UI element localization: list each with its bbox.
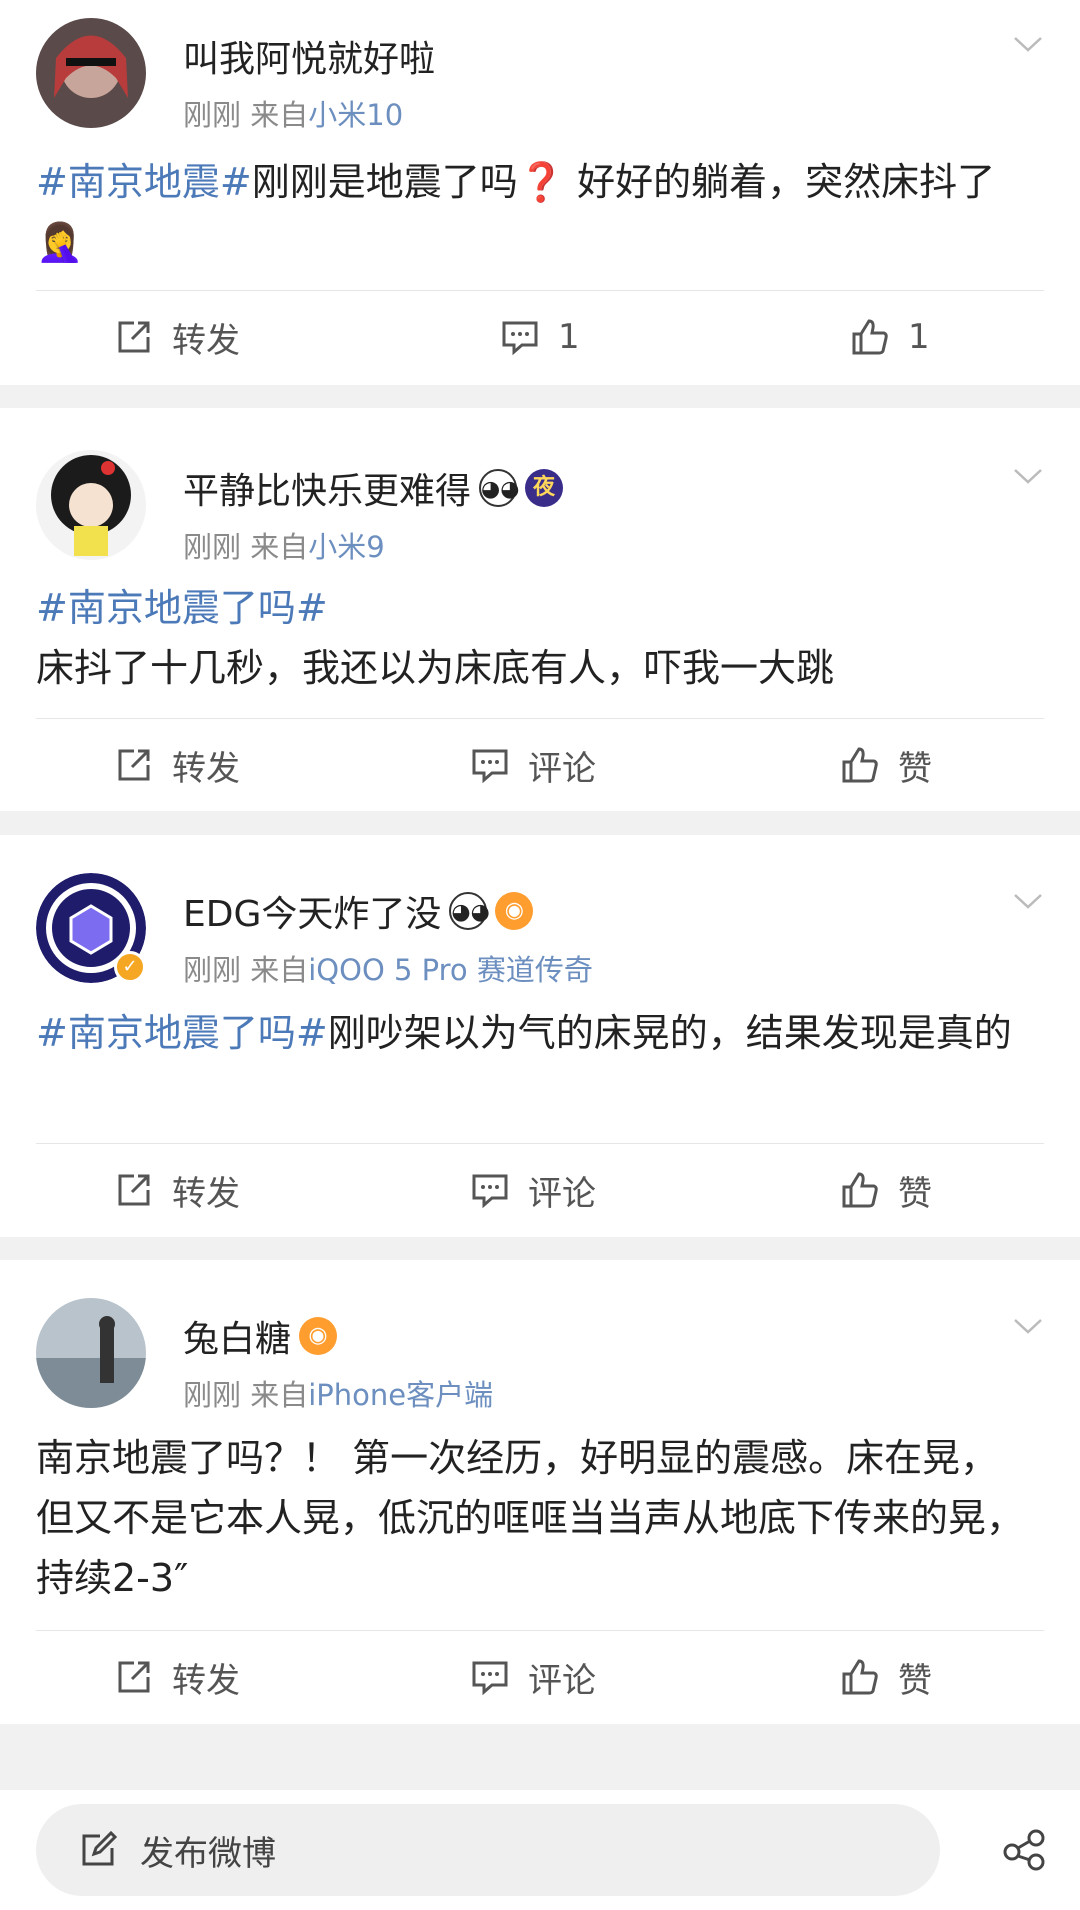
username[interactable]: 叫我阿悦就好啦 — [183, 30, 435, 82]
repost-icon — [118, 1174, 150, 1206]
feed-post: 平静比快乐更难得 ◕◕ 夜 刚刚 来自小米9 #南京地震了吗# 床抖了十几秒，我还以为… — [0, 408, 1080, 811]
thumbs-up-icon — [842, 1659, 878, 1695]
thumbs-up-icon — [842, 1172, 878, 1208]
like-button[interactable]: 1 — [850, 292, 930, 382]
feed-post: ✓ EDG今天炸了没 ◕◕ ◉ 刚刚 来自iQOO 5 Pro 赛道传奇 #南京地震… — [0, 835, 1080, 1237]
avatar[interactable] — [36, 450, 146, 560]
tiger-badge-icon: ◉ — [299, 1317, 338, 1355]
post-content: #南京地震了吗#刚吵架以为气的床晃的，结果发现是真的 — [36, 1011, 1012, 1055]
post-meta: 刚刚 来自小米9 — [183, 530, 385, 564]
like-button[interactable]: 赞 — [840, 1145, 932, 1235]
tiger-badge-icon: ◉ — [495, 892, 534, 930]
avatar[interactable] — [36, 18, 146, 128]
repost-icon — [118, 749, 150, 781]
comment-icon — [472, 1661, 508, 1696]
repost-button[interactable]: 转发 — [114, 1145, 240, 1235]
feed-post: 叫我阿悦就好啦 刚刚 来自小米10 #南京地震#刚刚是地震了吗❓ 好好的躺着，突… — [0, 0, 1080, 385]
post-meta: 刚刚 来自iQOO 5 Pro 赛道传奇 — [183, 953, 593, 987]
hashtag-link[interactable]: #南京地震了吗# — [36, 1011, 328, 1055]
comment-button[interactable]: 评论 — [470, 720, 596, 810]
divider — [36, 290, 1044, 291]
chevron-down-icon[interactable] — [1012, 34, 1044, 54]
comment-button[interactable]: 评论 — [470, 1632, 596, 1722]
divider — [36, 718, 1044, 719]
avatar[interactable] — [36, 1298, 146, 1408]
panda-badge-icon: ◕◕ — [479, 469, 519, 507]
repost-button[interactable]: 转发 — [114, 1632, 240, 1722]
action-bar: 转发 1 1 — [0, 292, 1080, 382]
hashtag-link[interactable]: #南京地震# — [36, 160, 252, 204]
repost-button[interactable]: 转发 — [114, 720, 240, 810]
post-content: #南京地震了吗# 床抖了十几秒，我还以为床底有人，吓我一大跳 — [36, 578, 1028, 698]
action-bar: 转发 评论 赞 — [0, 1145, 1080, 1235]
panda-badge-icon: ◕◕ — [449, 892, 490, 930]
divider — [36, 1630, 1044, 1631]
bottom-bar: 发布微博 — [0, 1790, 1080, 1910]
night-badge-icon: 夜 — [525, 469, 564, 507]
thumbs-up-icon — [852, 319, 888, 355]
divider — [36, 1143, 1044, 1144]
chevron-down-icon[interactable] — [1012, 466, 1044, 486]
like-button[interactable]: 赞 — [840, 1632, 932, 1722]
post-content: 南京地震了吗？！ 第一次经历，好明显的震感。床在晃，但又不是它本人晃，低沉的哐哐… — [36, 1436, 1025, 1600]
action-bar: 转发 评论 赞 — [0, 720, 1080, 810]
post-meta: 刚刚 来自iPhone客户端 — [183, 1378, 494, 1412]
username[interactable]: EDG今天炸了没 ◕◕ ◉ — [183, 885, 534, 937]
chevron-down-icon[interactable] — [1012, 1316, 1044, 1336]
comment-icon — [472, 1174, 508, 1209]
repost-icon — [118, 1661, 150, 1693]
verified-badge-icon: ✓ — [114, 951, 146, 983]
edit-icon — [82, 1830, 118, 1866]
share-icon[interactable] — [1000, 1824, 1050, 1874]
thumbs-up-icon — [842, 747, 878, 783]
comment-button[interactable]: 1 — [500, 292, 580, 382]
repost-button[interactable]: 转发 — [114, 292, 240, 382]
repost-icon — [118, 321, 150, 353]
post-content: #南京地震#刚刚是地震了吗❓ 好好的躺着，突然床抖了🤦‍♀️ — [36, 160, 996, 264]
chevron-down-icon[interactable] — [1012, 891, 1044, 911]
feed-post: 兔白糖 ◉ 刚刚 来自iPhone客户端 南京地震了吗？！ 第一次经历，好明显的震… — [0, 1260, 1080, 1724]
username[interactable]: 平静比快乐更难得 ◕◕ 夜 — [183, 462, 564, 514]
like-button[interactable]: 赞 — [840, 720, 932, 810]
comment-icon — [472, 749, 508, 784]
hashtag-link[interactable]: #南京地震了吗# — [36, 578, 1028, 638]
username[interactable]: 兔白糖 ◉ — [183, 1310, 338, 1362]
post-meta: 刚刚 来自小米10 — [183, 98, 404, 132]
action-bar: 转发 评论 赞 — [0, 1632, 1080, 1722]
compose-button[interactable]: 发布微博 — [36, 1804, 940, 1896]
comment-icon — [502, 321, 538, 356]
comment-button[interactable]: 评论 — [470, 1145, 596, 1235]
